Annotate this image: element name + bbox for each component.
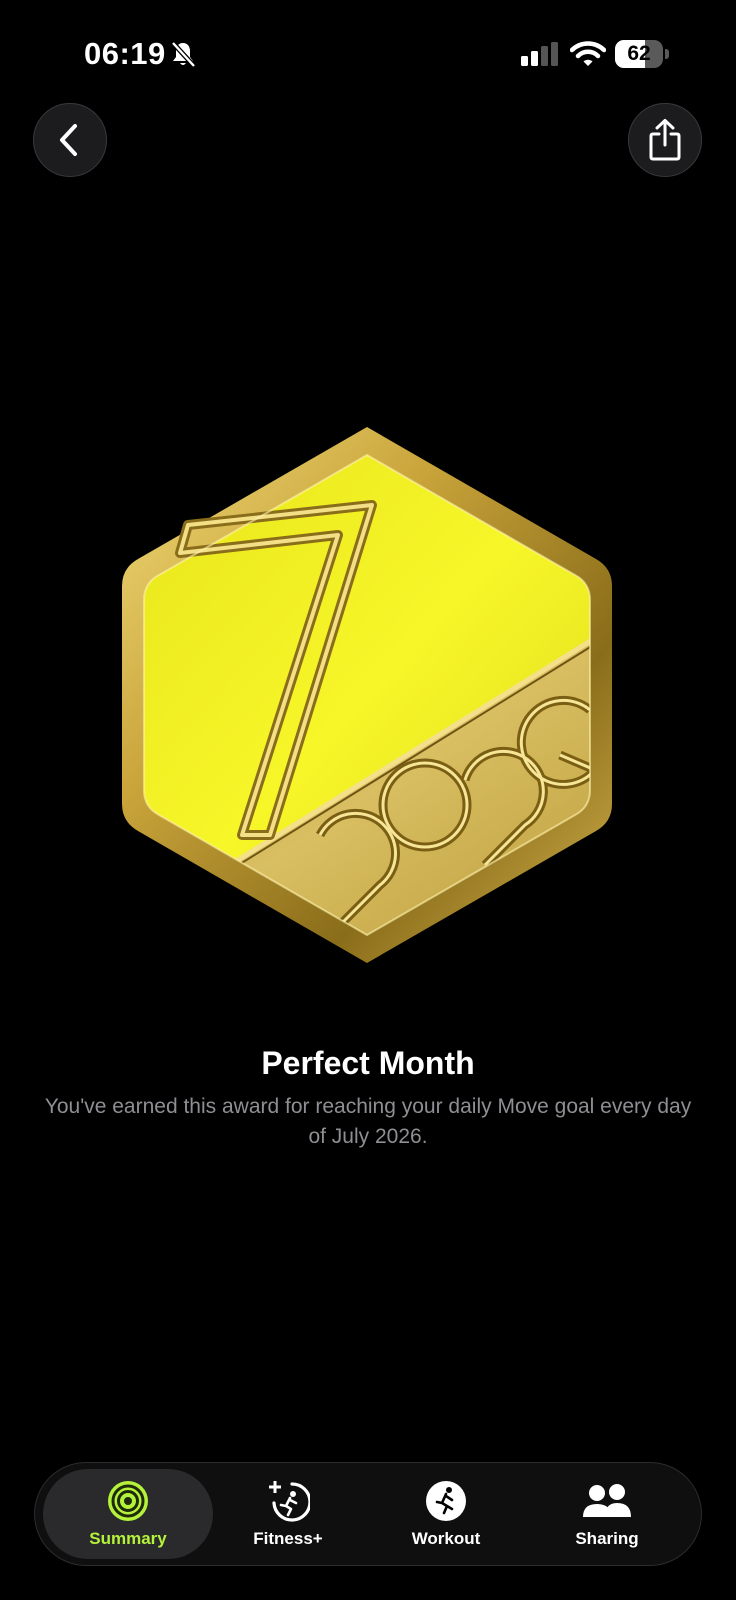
wifi-icon (570, 41, 606, 66)
back-button[interactable] (33, 103, 107, 177)
award-description: You've earned this award for reaching yo… (44, 1095, 692, 1148)
status-time: 06:19 (84, 36, 166, 71)
tab-fitness-plus-label: Fitness+ (253, 1529, 323, 1548)
award-detail-screen: 06:19 62 Perfect Month You've earned thi… (0, 0, 736, 1600)
fitness-plus-icon (269, 1481, 310, 1522)
activity-rings-icon (108, 1481, 148, 1521)
award-title: Perfect Month (261, 1045, 475, 1081)
silent-bell-icon (171, 41, 196, 68)
tab-summary[interactable]: Summary (43, 1469, 213, 1559)
people-icon (583, 1484, 631, 1517)
battery-icon: 62 (615, 40, 669, 68)
running-figure-icon (426, 1481, 466, 1521)
tab-sharing[interactable]: Sharing (522, 1469, 692, 1559)
chevron-left-icon (60, 124, 77, 156)
tab-fitness-plus[interactable]: Fitness+ (203, 1469, 373, 1559)
status-bar: 06:19 62 (0, 0, 736, 110)
tab-workout-label: Workout (411, 1529, 481, 1548)
tab-summary-label: Summary (89, 1529, 167, 1548)
cellular-signal-icon (521, 42, 558, 66)
perfect-month-medal (122, 427, 612, 963)
share-icon (649, 119, 681, 161)
share-button[interactable] (628, 103, 702, 177)
tab-workout[interactable]: Workout (361, 1469, 531, 1559)
tab-sharing-label: Sharing (575, 1529, 639, 1548)
tab-bar: Summary Fitness+ Workout Sharing (34, 1462, 702, 1566)
battery-level: 62 (627, 42, 651, 65)
